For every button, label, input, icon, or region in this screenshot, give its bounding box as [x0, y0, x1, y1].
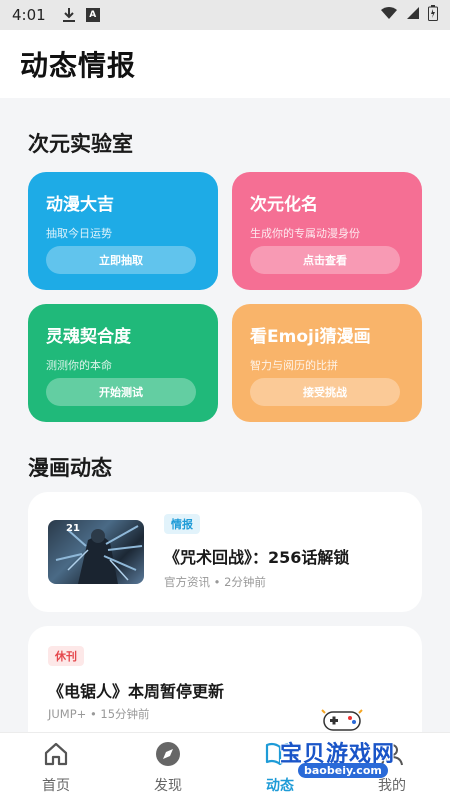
card-title: 看Emoji猜漫画	[250, 327, 371, 347]
accept-challenge-button[interactable]: 接受挑战	[250, 378, 400, 406]
status-badge: 休刊	[48, 646, 84, 666]
news-title: 《电锯人》本周暂停更新	[48, 682, 225, 701]
content[interactable]: 次元实验室 动漫大吉 抽取今日运势 立即抽取 次元化名 生成你的专属动漫身份 点…	[0, 98, 450, 732]
news-title: 《咒术回战》：256话解锁	[164, 548, 350, 567]
a-badge-icon: A	[85, 8, 100, 22]
card-subtitle: 生成你的专属动漫身份	[250, 227, 360, 240]
signal-icon	[406, 6, 420, 24]
card-anime-alias[interactable]: 次元化名 生成你的专属动漫身份 点击查看	[232, 172, 422, 290]
card-subtitle: 智力与阅历的比拼	[250, 359, 338, 372]
nav-item-home[interactable]: 首页	[16, 739, 96, 799]
screen: 4:01 A 动态情报 次元实验室 动漫大吉 抽取今日运势 立即抽取 次元化名 …	[0, 0, 450, 800]
status-time: 4:01	[12, 6, 46, 24]
download-icon	[62, 7, 76, 23]
home-icon	[43, 739, 69, 769]
gamepad-icon	[320, 706, 364, 740]
news-thumbnail: 21	[48, 520, 144, 584]
draw-now-button[interactable]: 立即抽取	[46, 246, 196, 274]
card-subtitle: 测测你的本命	[46, 359, 112, 372]
start-test-button[interactable]: 开始测试	[46, 378, 196, 406]
card-soul-match[interactable]: 灵魂契合度 测测你的本命 开始测试	[28, 304, 218, 422]
app-bar: 动态情报	[0, 30, 450, 98]
battery-icon	[428, 5, 438, 25]
status-badge: 情报	[164, 514, 200, 534]
card-title: 灵魂契合度	[46, 327, 131, 347]
page-title: 动态情报	[20, 49, 137, 82]
nav-item-discover[interactable]: 发现	[128, 739, 208, 799]
thumbnail-label: 21	[66, 523, 80, 534]
card-title: 动漫大吉	[46, 195, 114, 215]
wifi-icon	[380, 6, 398, 24]
status-right	[380, 5, 438, 25]
news-meta: 官方资讯 • 2分钟前	[164, 575, 266, 589]
nav-label: 发现	[154, 778, 182, 794]
news-meta: JUMP+ • 15分钟前	[48, 707, 150, 721]
status-bar: 4:01 A	[0, 0, 450, 30]
watermark-url: baobeiy.com	[298, 763, 388, 778]
lab-section-title: 次元实验室	[28, 132, 133, 156]
compass-icon	[154, 739, 182, 769]
nav-label: 首页	[42, 778, 70, 794]
card-daily-fortune[interactable]: 动漫大吉 抽取今日运势 立即抽取	[28, 172, 218, 290]
card-subtitle: 抽取今日运势	[46, 227, 112, 240]
news-item[interactable]: 21 情报 《咒术回战》：256话解锁 官方资讯 • 2分钟前	[28, 492, 422, 612]
news-section-title: 漫画动态	[28, 456, 112, 480]
watermark: 宝贝游戏网 baobeiy.com	[280, 706, 420, 786]
card-emoji-guess[interactable]: 看Emoji猜漫画 智力与阅历的比拼 接受挑战	[232, 304, 422, 422]
view-button[interactable]: 点击查看	[250, 246, 400, 274]
card-title: 次元化名	[250, 195, 318, 215]
